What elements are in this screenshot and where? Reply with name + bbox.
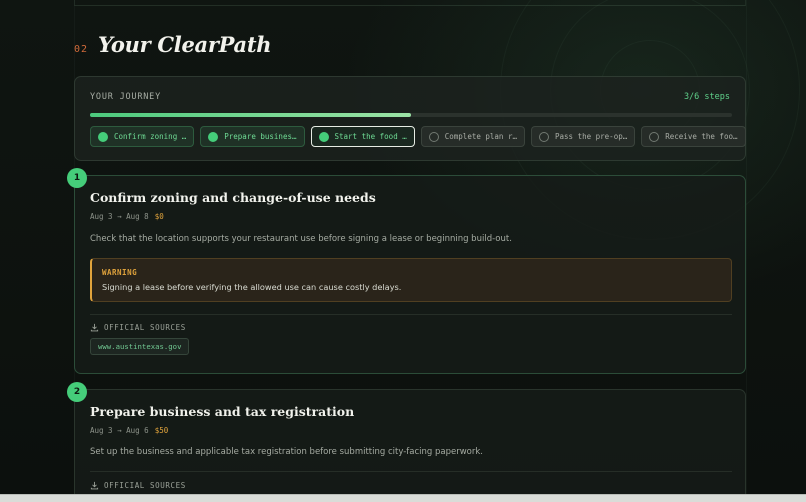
journey-label: YOUR JOURNEY (90, 92, 162, 102)
divider (90, 471, 732, 472)
warning-callout: WARNING Signing a lease before verifying… (90, 258, 732, 302)
grid-line (746, 0, 747, 502)
top-panel-edge (74, 0, 746, 6)
official-sources-heading: OFFICIAL SOURCES (90, 481, 186, 490)
warning-label: WARNING (102, 268, 138, 277)
step-meta: Aug 3 → Aug 8 $0 (90, 212, 164, 221)
page-title: Your ClearPath (98, 32, 272, 57)
download-icon (90, 323, 99, 332)
divider (90, 314, 732, 315)
journey-step-pill[interactable]: Pass the pre-op… (531, 126, 636, 147)
step-number-badge: 1 (67, 168, 87, 188)
step-dates: Aug 3 → Aug 6 (90, 426, 149, 435)
page: 02 Your ClearPath YOUR JOURNEY 3/6 steps… (0, 0, 806, 502)
step-title: Confirm zoning and change-of-use needs (90, 190, 376, 205)
journey-step-label: Prepare busines… (224, 132, 297, 141)
step-card-2[interactable]: 2 Prepare business and tax registration … (67, 382, 746, 502)
step-description: Check that the location supports your re… (90, 234, 512, 244)
filled-circle-icon (208, 131, 219, 142)
step-cost: $0 (154, 212, 164, 221)
journey-step-label: Receive the foo… (665, 132, 738, 141)
journey-step-pill[interactable]: Prepare busines… (200, 126, 305, 147)
empty-circle-icon (539, 131, 549, 142)
filled-circle-icon (98, 131, 108, 142)
journey-panel: YOUR JOURNEY 3/6 steps Confirm zoning … P… (74, 76, 746, 161)
empty-circle-icon (649, 131, 660, 142)
official-sources-heading: OFFICIAL SOURCES (90, 323, 186, 332)
step-card-1[interactable]: 1 Confirm zoning and change-of-use needs… (67, 168, 746, 374)
journey-step-pill[interactable]: Confirm zoning … (90, 126, 195, 147)
journey-step-pill[interactable]: Complete plan r… (420, 126, 525, 147)
journey-step-label: Start the food … (334, 132, 407, 141)
journey-step-count: 3/6 steps (683, 92, 730, 102)
step-cost: $50 (154, 426, 169, 435)
warning-text: Signing a lease before verifying the all… (102, 282, 402, 292)
official-sources-label: OFFICIAL SOURCES (104, 481, 186, 490)
filled-circle-icon (318, 131, 329, 142)
step-dates: Aug 3 → Aug 8 (90, 212, 149, 221)
step-number-badge: 2 (67, 382, 87, 402)
journey-step-label: Confirm zoning … (114, 132, 187, 141)
browser-bottom-bar (0, 494, 806, 502)
journey-progress-bar (90, 113, 732, 117)
section-header: 02 Your ClearPath (74, 32, 272, 57)
source-link[interactable]: www.austintexas.gov (90, 338, 190, 355)
journey-step-pill[interactable]: Receive the foo… (641, 126, 746, 147)
step-title: Prepare business and tax registration (90, 404, 355, 419)
empty-circle-icon (428, 131, 439, 142)
step-meta: Aug 3 → Aug 6 $50 (90, 426, 168, 435)
journey-steps: Confirm zoning … Prepare busines… Start th… (90, 126, 746, 147)
journey-progress-fill (90, 113, 411, 117)
step-description: Set up the business and applicable tax r… (90, 447, 484, 457)
journey-step-label: Complete plan r… (444, 132, 517, 141)
download-icon (90, 481, 99, 490)
journey-step-label: Pass the pre-op… (555, 132, 628, 141)
official-sources-label: OFFICIAL SOURCES (104, 323, 186, 332)
section-number: 02 (74, 44, 89, 55)
journey-step-pill[interactable]: Start the food … (310, 126, 415, 147)
